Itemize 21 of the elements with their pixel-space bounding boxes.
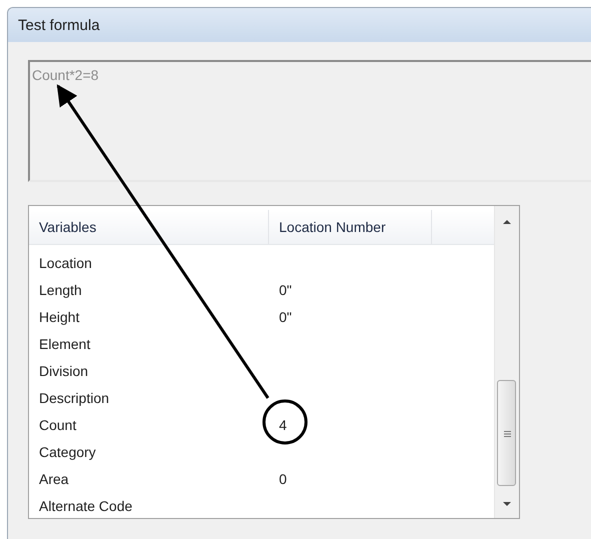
scrollbar[interactable] (494, 206, 519, 518)
variable-name: Length (38, 282, 82, 298)
variable-name: Count (38, 416, 76, 432)
column-header[interactable]: Location Number (269, 210, 432, 244)
variable-name: Alternate Code (38, 498, 132, 514)
variable-name: Element (38, 336, 90, 352)
variable-name: Area (38, 470, 69, 486)
variables-list[interactable]: Variables Location Number Location Length 0" Height 0" Element Division Description Count 4 Category Area 0 Alternate Code (28, 205, 520, 519)
highlight-circle (262, 400, 308, 444)
variable-name: Category (38, 444, 96, 460)
window-title: Test formula (8, 8, 591, 42)
variable-name: Description (38, 390, 110, 406)
location-number: 0" (278, 282, 292, 298)
variable-name: Location (38, 254, 92, 270)
column-header[interactable]: Variables (29, 210, 269, 244)
location-number: 0" (278, 308, 292, 324)
location-number: 0 (278, 470, 287, 486)
location-number: 4 (278, 416, 287, 432)
scroll-thumb[interactable] (497, 380, 516, 486)
variable-name: Division (38, 362, 88, 378)
variable-name: Height (38, 308, 80, 324)
